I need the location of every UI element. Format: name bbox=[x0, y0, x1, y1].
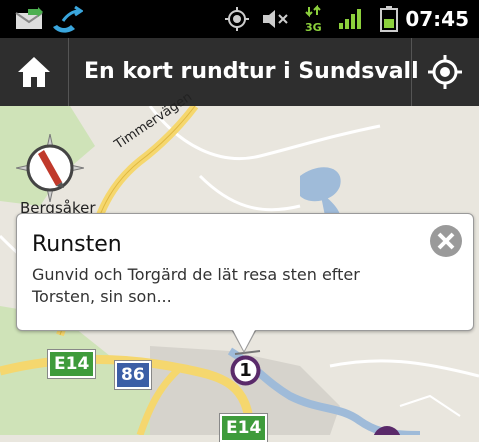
popup-title: Runsten bbox=[32, 232, 122, 257]
divider bbox=[68, 38, 69, 106]
title-bar: En kort rundtur i Sundsvall bbox=[0, 38, 479, 106]
marker-number: 1 bbox=[239, 360, 252, 381]
popup-text: Gunvid och Torgärd de lät resa sten efte… bbox=[32, 265, 360, 306]
locate-icon bbox=[428, 55, 462, 89]
route-shield-e14: E14 bbox=[48, 350, 96, 378]
gps-icon bbox=[222, 0, 252, 38]
page-title: En kort rundtur i Sundsvall bbox=[84, 59, 419, 84]
home-icon bbox=[18, 57, 50, 87]
info-popup[interactable]: Runsten Gunvid och Torgärd de lät resa s… bbox=[16, 213, 474, 331]
compass-icon[interactable] bbox=[16, 134, 84, 202]
home-button[interactable] bbox=[0, 38, 68, 106]
locate-button[interactable] bbox=[411, 38, 479, 106]
3g-icon: 3G bbox=[302, 0, 324, 38]
status-bar: 3G 07:45 bbox=[0, 0, 479, 38]
route-shield-86: 86 bbox=[115, 361, 151, 389]
battery-icon bbox=[376, 0, 402, 38]
popup-pointer-fill bbox=[233, 330, 255, 351]
route-shield-e14: E14 bbox=[220, 414, 268, 442]
svg-text:3G: 3G bbox=[305, 21, 322, 33]
signal-icon bbox=[336, 0, 366, 38]
mail-icon bbox=[12, 0, 46, 38]
missed-call-icon bbox=[52, 0, 84, 38]
mute-icon bbox=[260, 0, 290, 38]
close-icon[interactable] bbox=[429, 224, 463, 258]
clock: 07:45 bbox=[405, 7, 469, 31]
